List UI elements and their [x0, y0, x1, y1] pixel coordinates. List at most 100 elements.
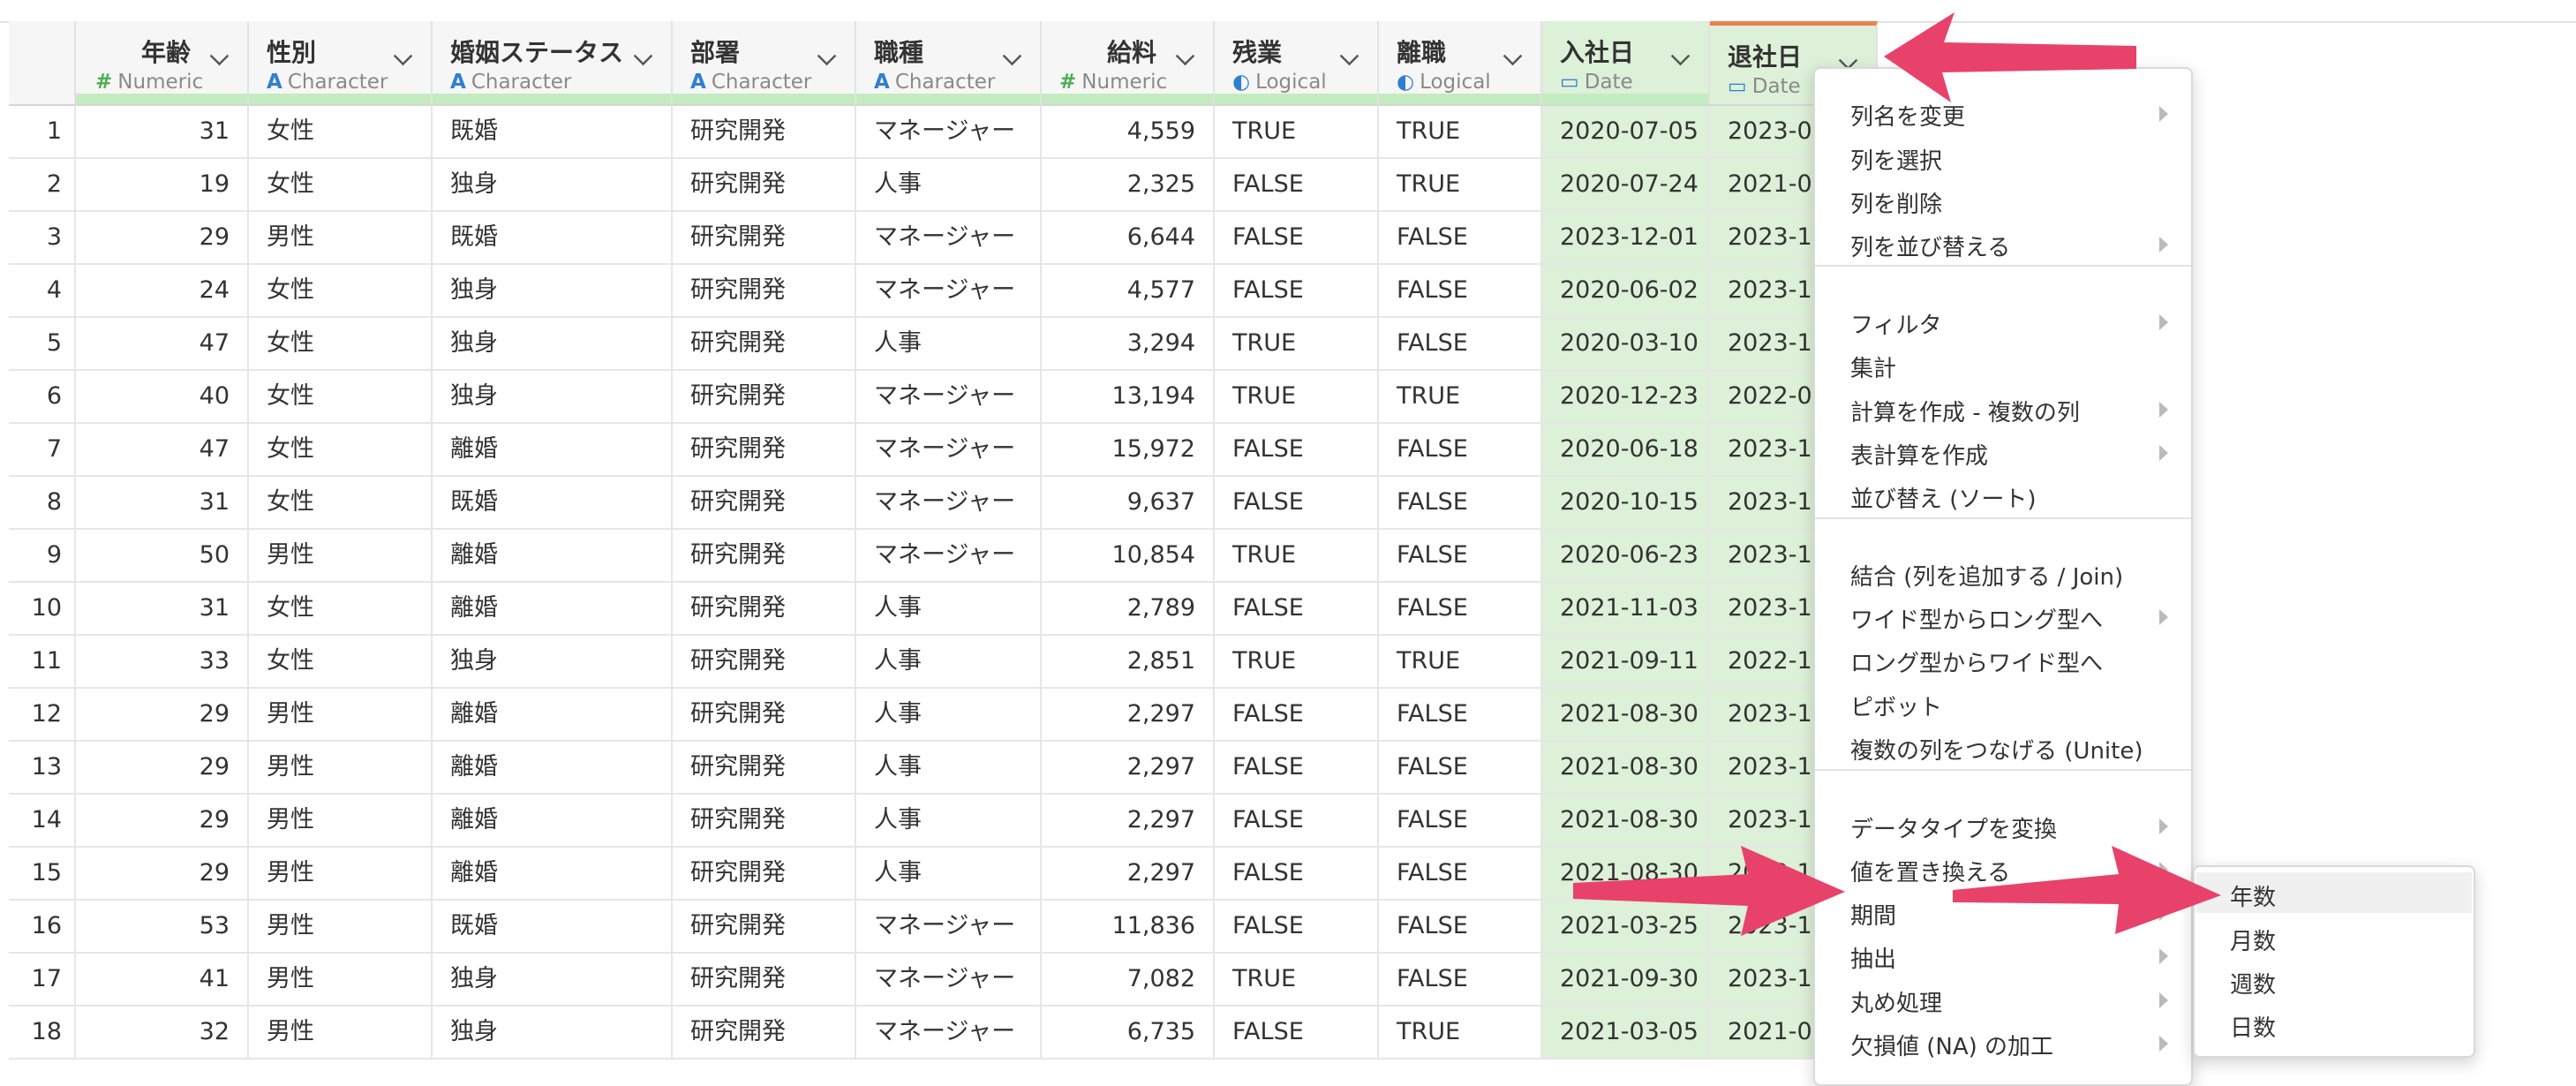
table-cell[interactable]: FALSE: [1379, 795, 1542, 848]
table-cell[interactable]: マネージャー: [856, 212, 1042, 265]
chevron-down-icon[interactable]: [1175, 46, 1195, 66]
menu-item[interactable]: 表計算を作成: [1850, 438, 1988, 471]
table-cell[interactable]: 独身: [433, 318, 673, 371]
table-cell[interactable]: TRUE: [1215, 371, 1379, 424]
table-cell[interactable]: 男性: [249, 795, 433, 848]
table-cell[interactable]: FALSE: [1379, 265, 1542, 318]
menu-item[interactable]: 複数の列をつなげる (Unite): [1850, 733, 2143, 765]
menu-item[interactable]: 欠損値 (NA) の加工: [1850, 1029, 2053, 1061]
table-cell[interactable]: TRUE: [1215, 954, 1379, 1007]
table-cell[interactable]: 人事: [856, 795, 1042, 848]
table-cell[interactable]: 研究開発: [673, 795, 856, 848]
table-cell[interactable]: 研究開発: [673, 371, 856, 424]
table-cell[interactable]: マネージャー: [856, 265, 1042, 318]
column-header-7[interactable]: 残業 ◐ Logical: [1215, 21, 1379, 106]
table-cell[interactable]: 研究開発: [673, 530, 856, 583]
table-cell[interactable]: マネージャー: [856, 954, 1042, 1007]
menu-item[interactable]: 丸め処理: [1850, 985, 1942, 1018]
table-cell[interactable]: 女性: [249, 318, 433, 371]
table-cell[interactable]: 人事: [856, 848, 1042, 901]
table-cell[interactable]: TRUE: [1379, 1007, 1542, 1060]
table-cell[interactable]: 10,854: [1042, 530, 1215, 583]
table-cell[interactable]: FALSE: [1379, 477, 1542, 530]
table-cell[interactable]: 2,297: [1042, 689, 1215, 742]
table-cell[interactable]: 男性: [249, 901, 433, 954]
table-cell[interactable]: マネージャー: [856, 106, 1042, 159]
table-cell[interactable]: 2023-12-01: [1542, 212, 1710, 265]
table-cell[interactable]: 24: [76, 265, 249, 318]
table-cell[interactable]: 独身: [433, 265, 673, 318]
table-cell[interactable]: FALSE: [1379, 954, 1542, 1007]
table-cell[interactable]: 32: [76, 1007, 249, 1060]
table-cell[interactable]: 離婚: [433, 424, 673, 477]
table-cell[interactable]: 2021-11-03: [1542, 583, 1710, 636]
table-cell[interactable]: 既婚: [433, 212, 673, 265]
table-cell[interactable]: 29: [76, 795, 249, 848]
submenu-item[interactable]: 週数: [2230, 967, 2276, 999]
table-cell[interactable]: FALSE: [1215, 795, 1379, 848]
table-cell[interactable]: FALSE: [1379, 848, 1542, 901]
table-cell[interactable]: 2,325: [1042, 159, 1215, 212]
table-cell[interactable]: 2,297: [1042, 795, 1215, 848]
chevron-down-icon[interactable]: [1503, 46, 1523, 66]
table-cell[interactable]: 2020-07-24: [1542, 159, 1710, 212]
table-cell[interactable]: TRUE: [1379, 106, 1542, 159]
table-cell[interactable]: 29: [76, 742, 249, 795]
table-cell[interactable]: 研究開発: [673, 689, 856, 742]
table-cell[interactable]: FALSE: [1215, 159, 1379, 212]
table-cell[interactable]: 47: [76, 424, 249, 477]
table-cell[interactable]: 男性: [249, 954, 433, 1007]
table-cell[interactable]: 離婚: [433, 848, 673, 901]
table-cell[interactable]: 2020-06-18: [1542, 424, 1710, 477]
submenu-item[interactable]: 日数: [2230, 1010, 2276, 1043]
table-cell[interactable]: TRUE: [1379, 636, 1542, 689]
table-cell[interactable]: FALSE: [1379, 530, 1542, 583]
table-cell[interactable]: 11,836: [1042, 901, 1215, 954]
table-cell[interactable]: FALSE: [1215, 583, 1379, 636]
table-cell[interactable]: 29: [76, 212, 249, 265]
chevron-down-icon[interactable]: [393, 46, 413, 66]
table-cell[interactable]: マネージャー: [856, 477, 1042, 530]
table-cell[interactable]: 女性: [249, 265, 433, 318]
column-header-8[interactable]: 離職 ◐ Logical: [1379, 21, 1542, 106]
table-cell[interactable]: FALSE: [1379, 318, 1542, 371]
table-cell[interactable]: 離婚: [433, 742, 673, 795]
column-header-4[interactable]: 部署 A Character: [673, 21, 856, 106]
table-cell[interactable]: 研究開発: [673, 583, 856, 636]
table-cell[interactable]: 独身: [433, 954, 673, 1007]
table-cell[interactable]: 4,559: [1042, 106, 1215, 159]
table-cell[interactable]: 研究開発: [673, 848, 856, 901]
table-cell[interactable]: 独身: [433, 1007, 673, 1060]
table-cell[interactable]: 研究開発: [673, 1007, 856, 1060]
column-header-5[interactable]: 職種 A Character: [856, 21, 1042, 106]
table-cell[interactable]: 2021-08-30: [1542, 742, 1710, 795]
menu-item[interactable]: ロング型からワイド型へ: [1850, 645, 2103, 678]
table-cell[interactable]: 既婚: [433, 477, 673, 530]
table-cell[interactable]: 男性: [249, 848, 433, 901]
table-cell[interactable]: 人事: [856, 689, 1042, 742]
table-cell[interactable]: 人事: [856, 636, 1042, 689]
table-cell[interactable]: 男性: [249, 742, 433, 795]
table-cell[interactable]: 女性: [249, 477, 433, 530]
table-cell[interactable]: TRUE: [1379, 371, 1542, 424]
table-cell[interactable]: FALSE: [1215, 742, 1379, 795]
table-cell[interactable]: 2,789: [1042, 583, 1215, 636]
table-cell[interactable]: 研究開発: [673, 212, 856, 265]
chevron-down-icon[interactable]: [633, 46, 653, 66]
table-cell[interactable]: FALSE: [1379, 583, 1542, 636]
table-cell[interactable]: FALSE: [1379, 742, 1542, 795]
table-cell[interactable]: TRUE: [1379, 159, 1542, 212]
menu-item[interactable]: 列を削除: [1850, 186, 1942, 219]
table-cell[interactable]: 29: [76, 848, 249, 901]
table-cell[interactable]: FALSE: [1215, 901, 1379, 954]
table-cell[interactable]: FALSE: [1215, 477, 1379, 530]
column-header-6[interactable]: 給料 # Numeric: [1042, 21, 1215, 106]
table-cell[interactable]: 6,644: [1042, 212, 1215, 265]
table-cell[interactable]: 研究開発: [673, 901, 856, 954]
menu-item[interactable]: 抽出: [1850, 941, 1896, 974]
table-cell[interactable]: 既婚: [433, 106, 673, 159]
table-cell[interactable]: マネージャー: [856, 1007, 1042, 1060]
table-cell[interactable]: マネージャー: [856, 530, 1042, 583]
submenu-item[interactable]: 月数: [2230, 924, 2276, 956]
column-header-1[interactable]: 年齢 # Numeric: [76, 21, 249, 106]
